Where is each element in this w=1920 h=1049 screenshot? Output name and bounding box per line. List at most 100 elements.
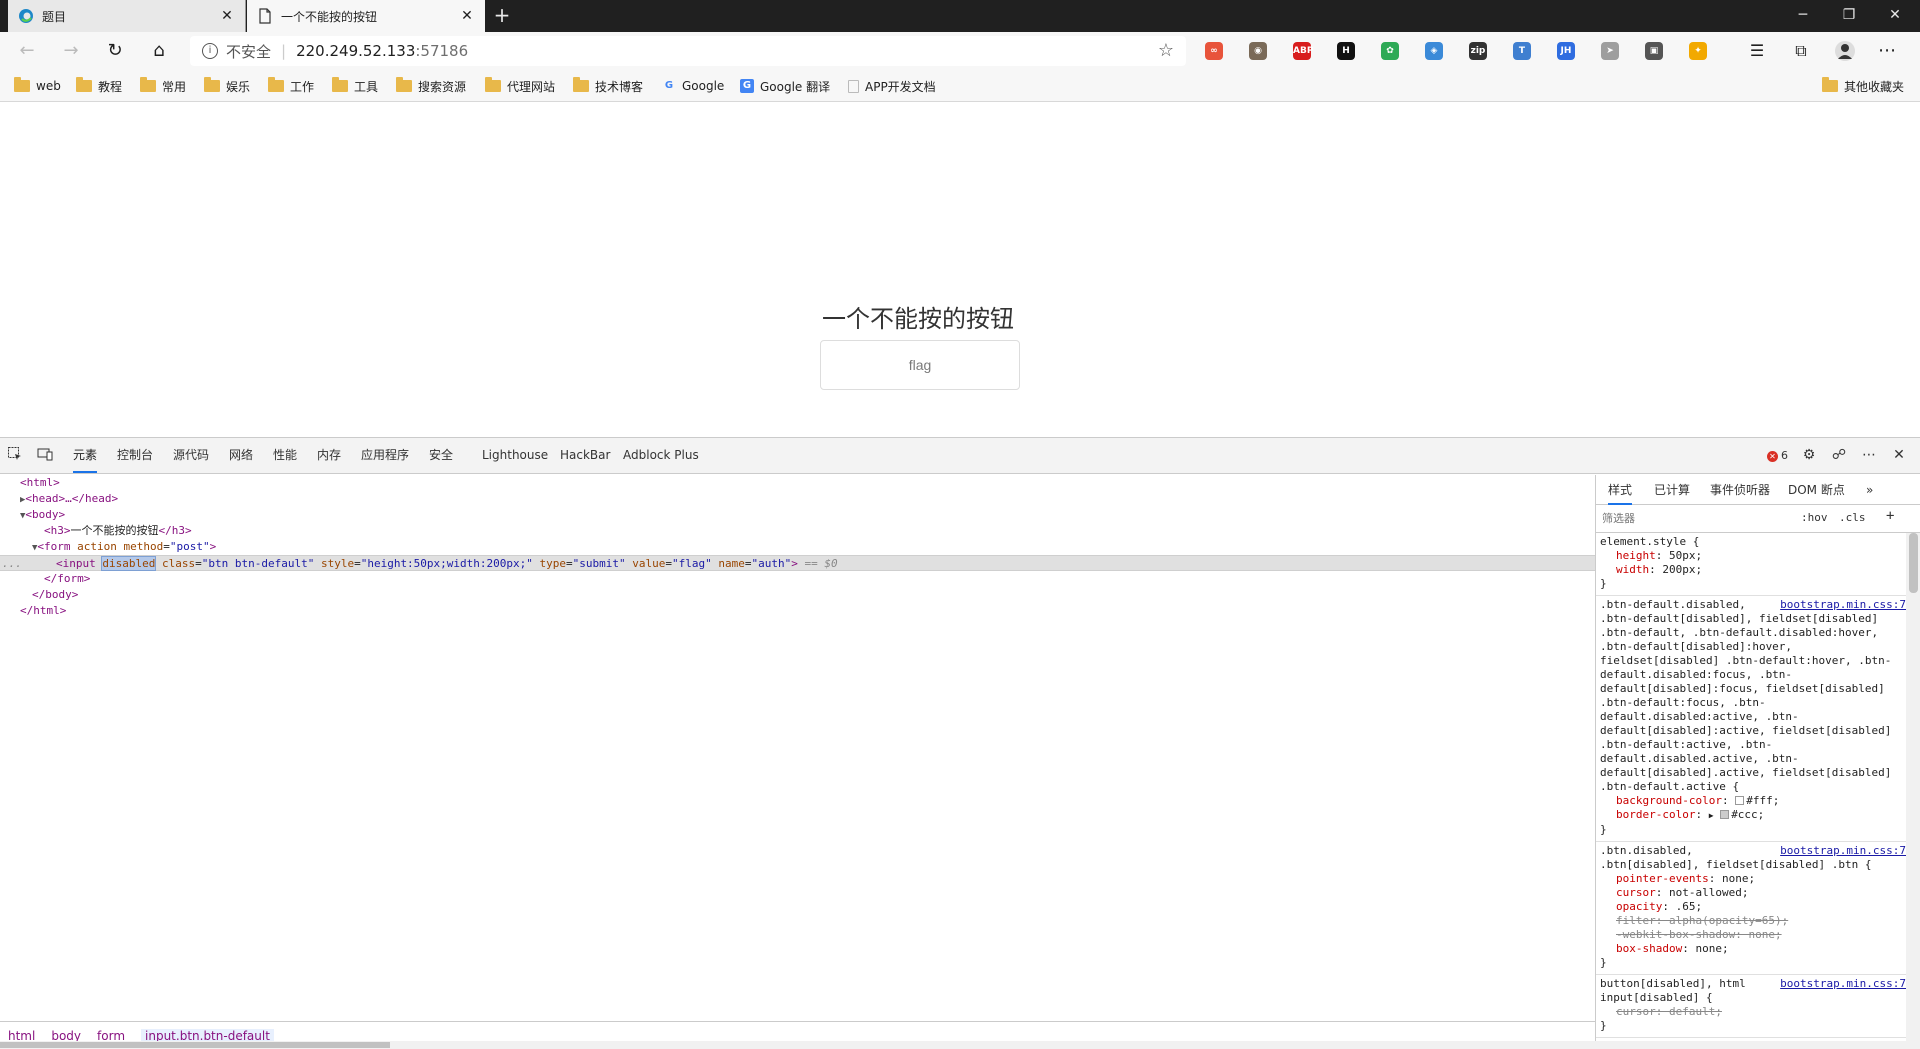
close-tab-icon[interactable]: ✕ [459,8,475,24]
styles-scrollbar[interactable] [1906,533,1920,1041]
source-link[interactable]: bootstrap.min.css:7 [1780,598,1906,612]
bookmark-common[interactable]: 常用 [140,77,186,95]
dom-line-head[interactable]: ▶<head>…</head> [0,491,1595,507]
bookmark-search-resources[interactable]: 搜索资源 [396,77,466,95]
dom-line-body[interactable]: ▼<body> [0,507,1595,523]
bookmark-tutorials[interactable]: 教程 [76,77,122,95]
bookmark-google[interactable]: G Google [662,77,724,95]
devtools-more-icon[interactable]: ⋯ [1860,446,1878,464]
feedback-icon[interactable]: ☍ [1830,446,1848,464]
overridden-declaration[interactable]: filter: alpha(opacity=65); [1600,914,1902,928]
flag-button[interactable] [820,340,1020,390]
bookmark-work[interactable]: 工作 [268,77,314,95]
favorites-icon[interactable]: ☰ [1742,36,1772,66]
error-count-badge[interactable]: ✕ 6 [1767,449,1788,462]
tab-performance[interactable]: 性能 [273,438,297,473]
inspect-element-icon[interactable] [6,446,24,464]
h-extension-icon[interactable]: H [1337,42,1355,60]
overridden-declaration[interactable]: cursor: default; [1600,1005,1902,1019]
forward-icon[interactable]: → [56,36,86,66]
hov-toggle[interactable]: :hov [1801,511,1828,524]
close-tab-icon[interactable]: ✕ [219,8,235,24]
tab-hackbar[interactable]: HackBar [560,438,610,473]
more-tabs-chevron-icon[interactable]: » [1866,475,1873,505]
expand-triangle-icon[interactable]: ▶ [1709,811,1714,820]
declaration[interactable]: width: 200px; [1600,563,1902,577]
tab-computed[interactable]: 已计算 [1654,475,1690,505]
declaration[interactable]: opacity: .65; [1600,900,1902,914]
bookmark-tech-blogs[interactable]: 技术博客 [573,77,643,95]
dom-line-input-selected[interactable]: ... <input disabled class="btn btn-defaul… [0,555,1595,571]
bookmark-web[interactable]: web [14,77,61,95]
owl-icon[interactable]: ◉ [1249,42,1267,60]
tab-application[interactable]: 应用程序 [361,438,409,473]
paw-icon[interactable]: ✿ [1381,42,1399,60]
rule-selector[interactable]: element.style { [1600,535,1902,549]
tab-dom-breakpoints[interactable]: DOM 断点 [1788,475,1845,505]
dom-line-html[interactable]: <html> [0,475,1595,491]
bookmark-proxy-sites[interactable]: 代理网站 [485,77,555,95]
declaration[interactable]: pointer-events: none; [1600,872,1902,886]
declaration[interactable]: background-color: #fff; [1600,794,1902,808]
dom-line-form-close[interactable]: </form> [0,571,1595,587]
new-tab-button[interactable]: + [490,4,514,28]
styles-filter-input[interactable] [1602,509,1792,529]
dom-line-html-close[interactable]: </html> [0,603,1595,619]
tab-adblock-plus[interactable]: Adblock Plus [623,438,699,473]
tab-sources[interactable]: 源代码 [173,438,209,473]
color-swatch[interactable] [1735,796,1745,805]
info-icon[interactable]: i [202,43,218,59]
tab-elements[interactable]: 元素 [73,438,98,473]
settings-gear-icon[interactable]: ⚙ [1800,446,1818,464]
more-menu-icon[interactable]: ⋯ [1872,36,1902,66]
cls-toggle[interactable]: .cls [1839,511,1866,524]
new-rule-button[interactable]: + [1886,508,1894,524]
dom-line-body-close[interactable]: </body> [0,587,1595,603]
jh-icon[interactable]: JH [1557,42,1575,60]
home-icon[interactable]: ⌂ [144,36,174,66]
adblock-plus-icon[interactable]: ABP [1293,42,1313,60]
refresh-icon[interactable]: ↻ [100,36,130,66]
minimize-button[interactable]: ─ [1780,0,1826,32]
bookmark-other[interactable]: 其他收藏夹 [1822,77,1904,95]
pinwheel-icon[interactable]: ✦ [1689,42,1707,60]
tab-memory[interactable]: 内存 [317,438,341,473]
scroll-thumb[interactable] [1909,533,1918,593]
tab-active[interactable]: 一个不能按的按钮 ✕ [247,0,485,32]
attr-disabled[interactable]: disabled [101,556,157,571]
rule-selector[interactable]: .btn-default.disabled, .btn-default[disa… [1600,598,1902,794]
collections-icon[interactable]: ⧉ [1786,36,1816,66]
back-icon[interactable]: ← [12,36,42,66]
profile-avatar[interactable] [1830,36,1860,66]
tab-console[interactable]: 控制台 [117,438,153,473]
translate-extension-icon[interactable]: T [1513,42,1531,60]
bookmark-entertainment[interactable]: 娱乐 [204,77,250,95]
dom-line-h3[interactable]: <h3>一个不能按的按钮</h3> [0,523,1595,539]
favorite-star-icon[interactable]: ☆ [1158,40,1174,61]
tab-styles[interactable]: 样式 [1608,475,1633,505]
dom-line-form[interactable]: ▼<form action method="post"> [0,539,1595,555]
overridden-declaration[interactable]: -webkit-box-shadow: none; [1600,928,1902,942]
badge-extension-icon[interactable]: ▣ [1645,42,1663,60]
address-bar[interactable]: i 不安全 | 220.249.52.133 :57186 ☆ [190,36,1186,66]
gitzip-icon[interactable]: zip [1469,42,1487,60]
close-window-button[interactable]: ✕ [1872,0,1918,32]
dom-line-menu[interactable]: ... [2,556,22,572]
bookmark-google-translate[interactable]: G Google 翻译 [740,77,830,95]
scroll-thumb[interactable] [0,1042,390,1048]
declaration[interactable]: box-shadow: none; [1600,942,1902,956]
tab-problems[interactable]: 题目 ✕ [8,0,246,32]
tab-security[interactable]: 安全 [429,438,453,473]
bookmark-tools[interactable]: 工具 [332,77,378,95]
close-devtools-icon[interactable]: ✕ [1890,446,1908,464]
source-link[interactable]: bootstrap.min.css:7 [1780,844,1906,858]
declaration[interactable]: height: 50px; [1600,549,1902,563]
color-swatch[interactable] [1720,810,1730,819]
bookmark-app-docs[interactable]: APP开发文档 [848,77,936,95]
shield-extension-icon[interactable]: ◈ [1425,42,1443,60]
tab-network[interactable]: 网络 [229,438,253,473]
device-toolbar-icon[interactable] [36,446,54,464]
source-link[interactable]: bootstrap.min.css:7 [1780,977,1906,991]
tab-event-listeners[interactable]: 事件侦听器 [1710,475,1770,505]
tab-lighthouse[interactable]: Lighthouse [482,438,548,473]
